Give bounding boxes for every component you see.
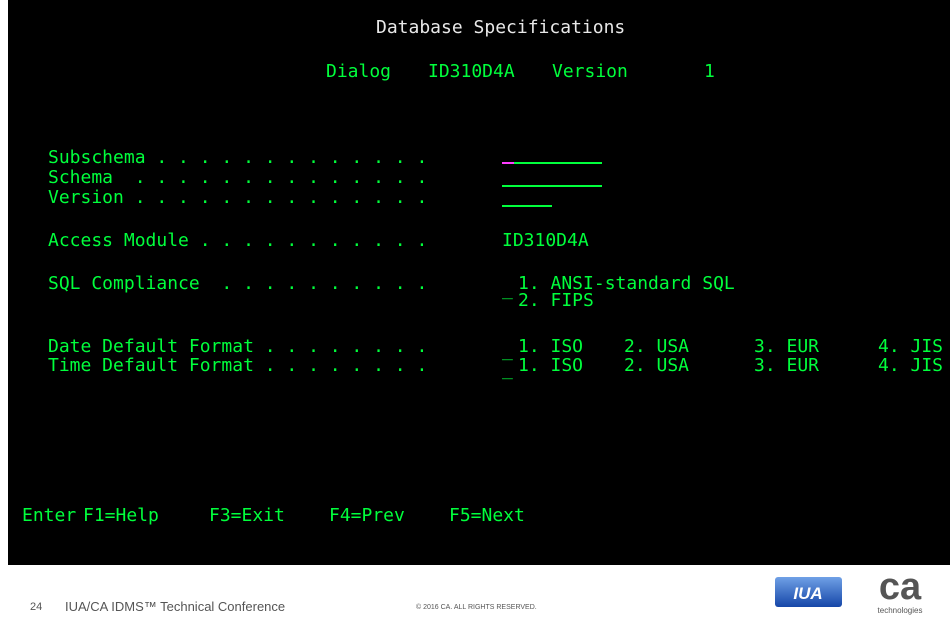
ca-logo-text: ca — [879, 568, 922, 608]
date-option-eur: 3. EUR — [754, 336, 820, 357]
date-option-usa: 2. USA — [624, 336, 690, 357]
version-field-label: Version . . . . . . . . . . . . . . — [48, 187, 428, 208]
slide-number: 24 — [30, 601, 43, 613]
schema-label: Schema . . . . . . . . . . . . . . — [48, 167, 428, 188]
date-format-label: Date Default Format . . . . . . . . — [48, 336, 428, 357]
subschema-input[interactable] — [514, 162, 602, 164]
sql-compliance-label: SQL Compliance . . . . . . . . . . — [48, 273, 428, 294]
screen-title: Database Specifications — [376, 17, 626, 38]
enter-key[interactable]: Enter — [22, 506, 76, 526]
f4-prev-key[interactable]: F4=Prev — [329, 506, 405, 526]
ca-logo-subtext: technologies — [878, 606, 923, 615]
ca-logo: ca technologies — [878, 568, 923, 615]
terminal-screen: Database Specifications Dialog ID310D4A … — [8, 0, 950, 565]
time-format-label: Time Default Format . . . . . . . . — [48, 355, 428, 376]
version-label: Version — [552, 61, 628, 82]
subschema-label: Subschema . . . . . . . . . . . . . — [48, 147, 428, 168]
conference-name: IUA/CA IDMS™ Technical Conference — [65, 599, 286, 614]
access-module-value: ID310D4A — [502, 230, 589, 251]
dialog-label: Dialog — [326, 61, 392, 82]
dialog-name: ID310D4A — [428, 61, 515, 82]
f3-exit-key[interactable]: F3=Exit — [209, 506, 285, 526]
access-module-label: Access Module . . . . . . . . . . . — [48, 230, 428, 251]
version-value: 1 — [704, 61, 715, 82]
sql-compliance-input[interactable]: _ — [502, 280, 513, 300]
time-option-jis: 4. JIS — [878, 355, 944, 376]
date-format-input[interactable]: _ — [502, 341, 513, 361]
time-option-usa: 2. USA — [624, 355, 690, 376]
sql-option-fips: 2. FIPS — [518, 290, 594, 311]
time-option-iso: 1. ISO — [518, 355, 584, 376]
schema-input[interactable] — [502, 185, 602, 187]
date-option-jis: 4. JIS — [878, 336, 944, 357]
f1-help-key[interactable]: F1=Help — [83, 506, 159, 526]
time-format-input[interactable]: _ — [502, 360, 513, 380]
copyright-text: © 2016 CA. ALL RIGHTS RESERVED. — [416, 604, 537, 611]
version-input[interactable] — [502, 205, 552, 207]
iua-logo-text: IUA — [793, 584, 822, 603]
date-option-iso: 1. ISO — [518, 336, 584, 357]
time-option-eur: 3. EUR — [754, 355, 820, 376]
iua-logo: IUA — [775, 577, 842, 607]
text-cursor — [502, 162, 514, 164]
f5-next-key[interactable]: F5=Next — [449, 506, 525, 526]
